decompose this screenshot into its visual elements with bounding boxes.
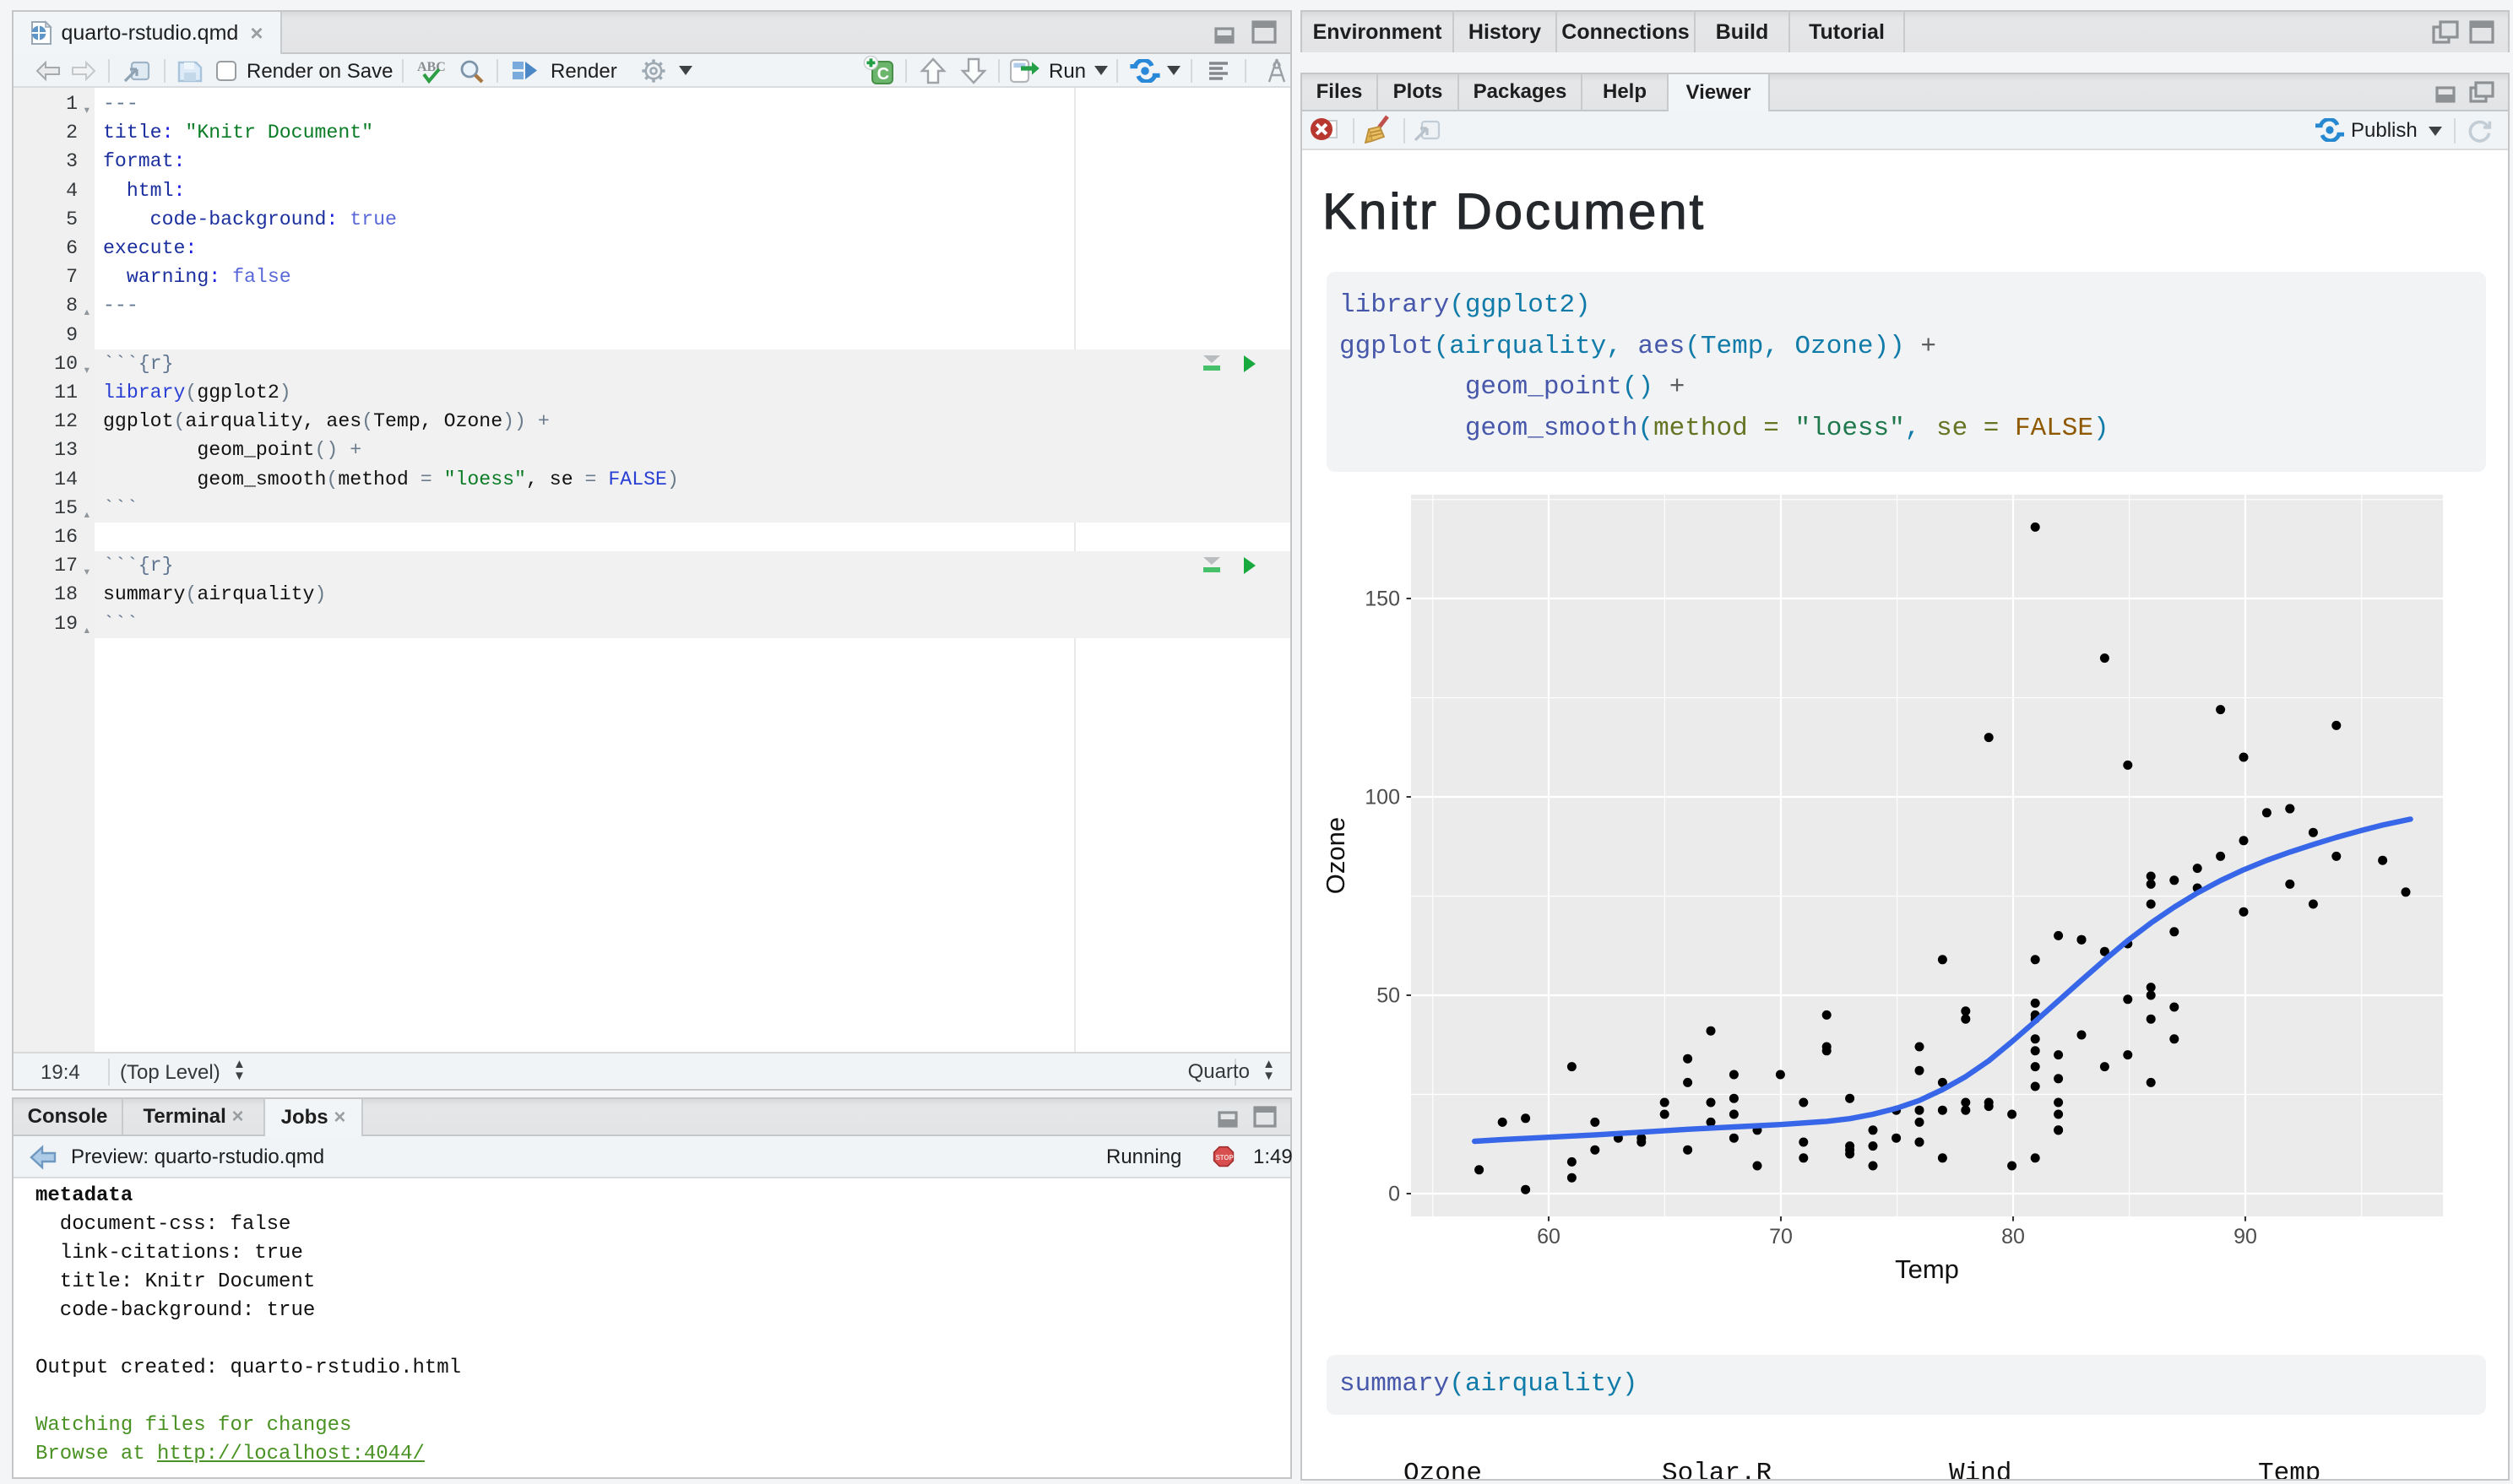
svg-text:STOP: STOP — [1216, 1154, 1234, 1162]
svg-text:Temp: Temp — [1895, 1254, 1959, 1284]
svg-text:0: 0 — [1388, 1183, 1400, 1206]
svg-text:50: 50 — [1376, 984, 1400, 1008]
svg-text:100: 100 — [1365, 786, 1400, 810]
svg-text:Ozone: Ozone — [1321, 817, 1350, 894]
svg-text:150: 150 — [1365, 588, 1400, 611]
svg-text:C: C — [877, 65, 889, 84]
svg-text:ABC: ABC — [417, 60, 446, 74]
svg-text:90: 90 — [2233, 1225, 2257, 1248]
svg-text:70: 70 — [1769, 1225, 1793, 1248]
svg-text:80: 80 — [2001, 1225, 2025, 1248]
svg-text:60: 60 — [1537, 1225, 1560, 1248]
